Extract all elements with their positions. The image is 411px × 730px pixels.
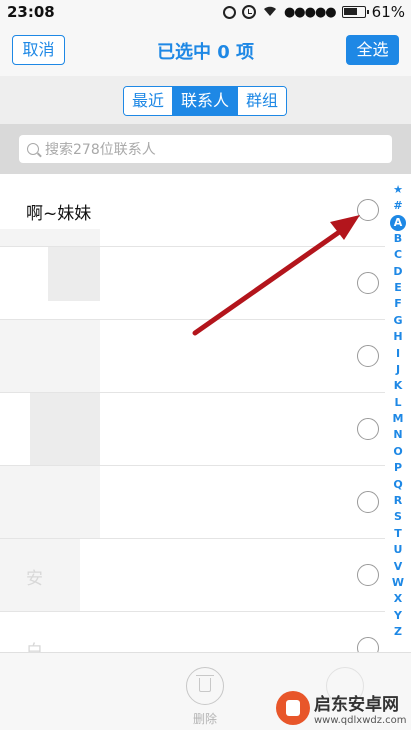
delete-label: 删除 — [192, 712, 217, 726]
index-letter[interactable]: K — [388, 378, 408, 394]
index-letter[interactable]: H — [388, 329, 408, 345]
select-checkbox[interactable] — [357, 418, 379, 440]
search-bar: 搜索278位联系人 — [0, 124, 411, 174]
index-letter[interactable]: S — [388, 509, 408, 525]
status-icons: ●●●●● 61% — [222, 3, 405, 21]
index-letter[interactable]: T — [388, 526, 408, 542]
status-time: 23:08 — [7, 3, 55, 21]
select-checkbox[interactable] — [357, 345, 379, 367]
segmented-control: 最近 联系人 群组 — [123, 86, 288, 116]
index-letter[interactable]: # — [388, 198, 408, 214]
contact-row[interactable]: 啊~妹妹 — [0, 174, 385, 247]
index-letter[interactable]: R — [388, 493, 408, 509]
wifi-icon — [262, 3, 278, 21]
index-letter[interactable]: B — [388, 231, 408, 247]
contact-name: 安 — [26, 569, 43, 589]
watermark-logo-icon — [276, 691, 310, 725]
select-checkbox[interactable] — [357, 491, 379, 513]
tab-contacts[interactable]: 联系人 — [172, 87, 238, 115]
search-input[interactable]: 搜索278位联系人 — [19, 135, 392, 163]
segment-bar: 最近 联系人 群组 — [0, 76, 411, 124]
index-letter[interactable]: X — [388, 591, 408, 607]
select-all-button[interactable]: 全选 — [346, 35, 399, 65]
contact-list[interactable]: 啊~妹妹 安 白 — [0, 174, 385, 652]
index-letter[interactable]: M — [388, 411, 408, 427]
status-bar: 23:08 ●●●●● 61% — [0, 0, 411, 24]
index-letter[interactable]: L — [388, 395, 408, 411]
contact-row[interactable] — [0, 393, 385, 466]
contact-name: 白 — [26, 642, 43, 652]
index-letter[interactable]: O — [388, 444, 408, 460]
index-letter[interactable]: F — [388, 296, 408, 312]
alphabet-index[interactable]: ★ # A B C D E F G H I J K L M N O P Q R S T U V W X Y Z — [388, 182, 408, 641]
index-letter[interactable]: A — [390, 214, 406, 231]
battery-icon — [341, 6, 369, 18]
battery-percent: 61% — [371, 3, 405, 21]
index-letter[interactable]: Q — [388, 477, 408, 493]
watermark: 启东安卓网 www.qdlxwdz.com — [276, 686, 411, 730]
watermark-title: 启东安卓网 — [314, 695, 399, 715]
index-letter[interactable]: V — [388, 559, 408, 575]
contact-name: 啊~妹妹 — [26, 204, 92, 224]
nav-bar: 取消 已选中 0 项 全选 — [0, 24, 411, 76]
index-letter[interactable]: U — [388, 542, 408, 558]
index-letter[interactable]: ★ — [388, 182, 408, 198]
search-icon — [27, 143, 39, 155]
index-letter[interactable]: Y — [388, 608, 408, 624]
contact-picker-screen: 23:08 ●●●●● 61% 取消 已选中 0 项 全选 最近 联系人 群组 … — [0, 0, 411, 730]
search-placeholder: 搜索278位联系人 — [45, 142, 156, 158]
signal-icon: ●●●●● — [283, 4, 337, 20]
index-letter[interactable]: D — [388, 264, 408, 280]
select-checkbox[interactable] — [357, 199, 379, 221]
select-checkbox[interactable] — [357, 564, 379, 586]
contact-row[interactable] — [0, 320, 385, 393]
index-letter[interactable]: P — [388, 460, 408, 476]
contact-row[interactable] — [0, 247, 385, 320]
index-letter[interactable]: I — [388, 346, 408, 362]
watermark-url: www.qdlxwdz.com — [314, 715, 407, 726]
index-letter[interactable]: J — [388, 362, 408, 378]
index-letter[interactable]: N — [388, 427, 408, 443]
select-checkbox[interactable] — [357, 272, 379, 294]
sync-icon — [222, 5, 236, 19]
trash-icon — [196, 675, 214, 692]
contact-row[interactable]: 安 — [0, 539, 385, 612]
tab-recent[interactable]: 最近 — [124, 87, 173, 115]
index-letter[interactable]: E — [388, 280, 408, 296]
contact-row[interactable]: 白 — [0, 612, 385, 652]
index-letter[interactable]: C — [388, 247, 408, 263]
index-letter[interactable]: W — [388, 575, 408, 591]
tab-groups[interactable]: 群组 — [237, 87, 287, 115]
delete-button[interactable] — [186, 667, 224, 705]
index-letter[interactable]: G — [388, 313, 408, 329]
index-letter[interactable]: Z — [388, 624, 408, 640]
alarm-icon — [241, 5, 256, 19]
select-checkbox[interactable] — [357, 637, 379, 652]
contact-row[interactable] — [0, 466, 385, 539]
